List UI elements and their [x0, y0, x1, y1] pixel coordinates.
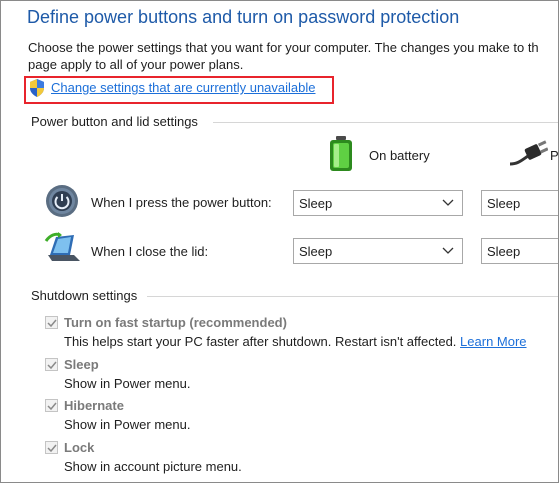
page-description: Choose the power settings that you want …	[28, 39, 539, 73]
power-button-battery-value: Sleep	[299, 196, 333, 211]
power-section-title: Power button and lid settings	[31, 114, 198, 129]
lid-battery-value: Sleep	[299, 244, 333, 259]
hibernate-description: Show in Power menu.	[64, 417, 191, 432]
description-line-1: Choose the power settings that you want …	[28, 40, 539, 55]
power-button-label: When I press the power button:	[91, 195, 272, 210]
laptop-lid-icon	[44, 232, 80, 261]
chevron-down-icon	[442, 247, 454, 254]
learn-more-link[interactable]: Learn More	[460, 334, 526, 349]
plugged-in-header: P	[550, 148, 559, 163]
power-button-plugged-value: Sleep	[487, 196, 521, 211]
lid-label: When I close the lid:	[91, 244, 209, 259]
checkmark-icon	[47, 444, 57, 453]
sleep-checkbox[interactable]	[45, 358, 58, 371]
battery-icon	[330, 136, 352, 171]
fast-startup-description: This helps start your PC faster after sh…	[64, 334, 527, 349]
checkmark-icon	[47, 402, 57, 411]
fast-startup-checkbox[interactable]	[45, 316, 58, 329]
lid-battery-select[interactable]: Sleep	[293, 238, 463, 264]
sleep-description: Show in Power menu.	[64, 376, 191, 391]
power-options-window: Define power buttons and turn on passwor…	[0, 0, 559, 483]
power-button-battery-select[interactable]: Sleep	[293, 190, 463, 216]
hibernate-checkbox[interactable]	[45, 399, 58, 412]
fast-startup-desc-text: This helps start your PC faster after sh…	[64, 334, 457, 349]
lock-label: Lock	[64, 440, 95, 455]
sleep-label: Sleep	[64, 357, 99, 372]
fast-startup-label: Turn on fast startup (recommended)	[64, 315, 287, 330]
on-battery-header: On battery	[369, 148, 430, 163]
lid-plugged-select[interactable]: Sleep	[481, 238, 558, 264]
plug-icon	[509, 140, 548, 166]
hibernate-label: Hibernate	[64, 398, 124, 413]
lock-description: Show in account picture menu.	[64, 459, 242, 474]
lid-plugged-value: Sleep	[487, 244, 521, 259]
chevron-down-icon	[442, 199, 454, 206]
power-button-icon	[46, 185, 78, 217]
power-button-plugged-select[interactable]: Sleep	[481, 190, 558, 216]
uac-shield-icon	[30, 79, 44, 97]
page-title: Define power buttons and turn on passwor…	[27, 7, 460, 27]
change-settings-link[interactable]: Change settings that are currently unava…	[51, 80, 316, 95]
description-line-2: page apply to all of your power plans.	[28, 57, 244, 72]
lock-checkbox[interactable]	[45, 441, 58, 454]
checkmark-icon	[47, 361, 57, 370]
checkmark-icon	[47, 319, 57, 328]
shutdown-section-divider	[147, 296, 558, 297]
power-section-divider	[213, 122, 558, 123]
shutdown-section-title: Shutdown settings	[31, 288, 138, 303]
